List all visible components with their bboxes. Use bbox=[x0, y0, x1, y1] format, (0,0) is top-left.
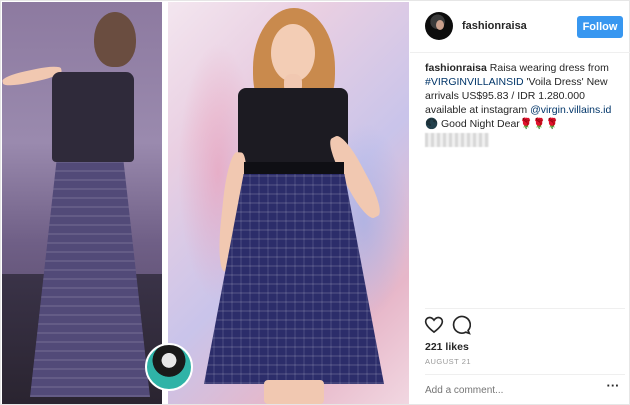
model-legs bbox=[264, 380, 324, 404]
avatar-face bbox=[436, 20, 444, 30]
post-date[interactable]: AUGUST 21 bbox=[425, 357, 471, 366]
caption-mention[interactable]: @virgin.villains.id bbox=[530, 104, 611, 116]
dress-belt bbox=[244, 162, 344, 176]
figure-left-hair bbox=[94, 12, 136, 67]
caption-text-1: Raisa wearing dress from bbox=[486, 62, 609, 74]
action-icons bbox=[424, 315, 484, 335]
post-media[interactable] bbox=[2, 2, 409, 404]
header-username[interactable]: fashionraisa bbox=[462, 20, 527, 32]
blurred-text bbox=[425, 133, 489, 147]
actions-divider bbox=[425, 308, 625, 309]
post-sidebar: fashionraisa Follow fashionraisa Raisa w… bbox=[410, 2, 630, 404]
heart-icon[interactable] bbox=[424, 315, 444, 335]
instagram-post: fashionraisa Follow fashionraisa Raisa w… bbox=[0, 0, 630, 405]
caption-author[interactable]: fashionraisa bbox=[425, 62, 487, 74]
figure-left-skirt bbox=[30, 162, 150, 397]
dress-bodice bbox=[238, 88, 348, 168]
photo-right-model bbox=[168, 2, 409, 404]
figure-left-top bbox=[52, 72, 134, 162]
comment-row: ··· bbox=[425, 374, 625, 402]
more-options-button[interactable]: ··· bbox=[605, 379, 621, 395]
comment-icon[interactable] bbox=[451, 315, 472, 335]
caption-hashtag[interactable]: #VIRGINVILLAINSID bbox=[425, 76, 524, 88]
likes-count[interactable]: 221 likes bbox=[425, 341, 469, 353]
post-header: fashionraisa Follow bbox=[410, 2, 630, 53]
inset-avatar-badge bbox=[145, 343, 193, 391]
photo-left-stage bbox=[2, 2, 162, 404]
comment-input[interactable] bbox=[425, 383, 585, 397]
follow-button[interactable]: Follow bbox=[577, 16, 623, 38]
profile-avatar[interactable] bbox=[425, 12, 453, 40]
post-caption: fashionraisa Raisa wearing dress from #V… bbox=[425, 61, 625, 147]
caption-text-3: 🌑 Good Night Dear🌹🌹🌹 bbox=[425, 118, 560, 130]
